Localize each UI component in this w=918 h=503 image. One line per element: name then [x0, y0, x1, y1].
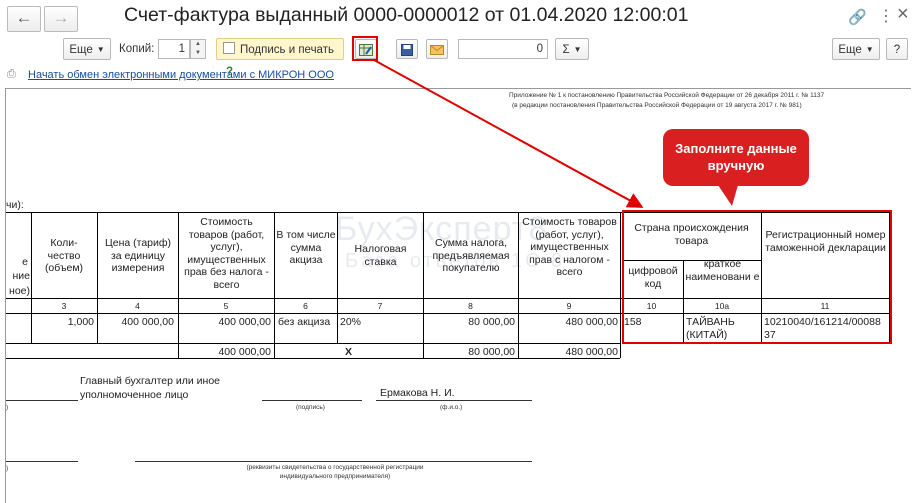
callout-pointer [718, 185, 738, 206]
